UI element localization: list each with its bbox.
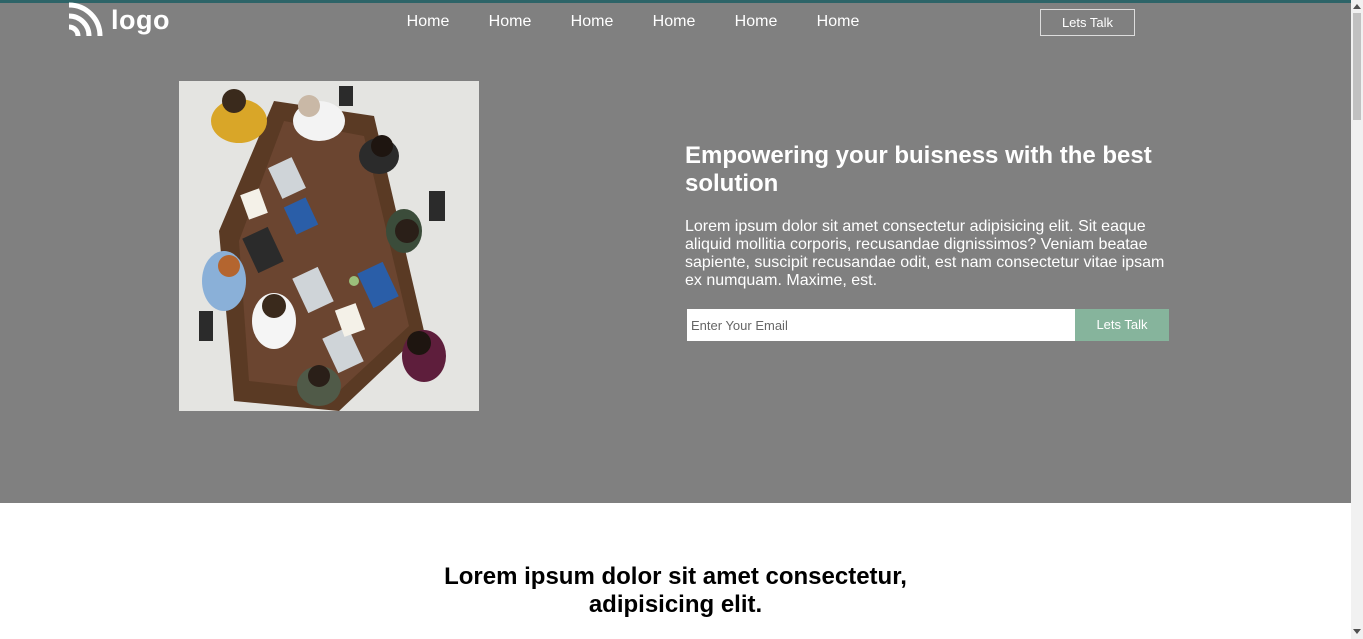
nav-home-6[interactable]: Home: [797, 11, 879, 32]
email-submit-button[interactable]: Lets Talk: [1075, 309, 1169, 341]
signal-arcs-icon: [68, 2, 103, 37]
hero-description: Lorem ipsum dolor sit amet consectetur a…: [685, 218, 1165, 289]
hero-image-team-meeting: [179, 81, 479, 411]
scroll-down-arrow-icon[interactable]: [1353, 629, 1361, 634]
section-title: Lorem ipsum dolor sit amet consectetur, …: [444, 563, 907, 618]
email-input[interactable]: [687, 309, 1075, 341]
top-accent-line: [0, 0, 1351, 3]
hero-title: Empowering your buisness with the best s…: [685, 142, 1152, 197]
nav-home-3[interactable]: Home: [551, 11, 633, 32]
scroll-thumb[interactable]: [1353, 13, 1361, 120]
nav-home-4[interactable]: Home: [633, 11, 715, 32]
logo-text: logo: [111, 5, 170, 35]
scroll-up-arrow-icon[interactable]: [1353, 4, 1361, 9]
team-meeting-illustration: [179, 81, 479, 411]
nav-home-1[interactable]: Home: [387, 11, 469, 32]
logo[interactable]: logo: [67, 2, 170, 38]
header-lets-talk-button[interactable]: Lets Talk: [1040, 9, 1135, 36]
nav-home-5[interactable]: Home: [715, 11, 797, 32]
vertical-scrollbar[interactable]: [1351, 0, 1363, 639]
main-nav: Home Home Home Home Home Home: [387, 11, 879, 32]
nav-home-2[interactable]: Home: [469, 11, 551, 32]
